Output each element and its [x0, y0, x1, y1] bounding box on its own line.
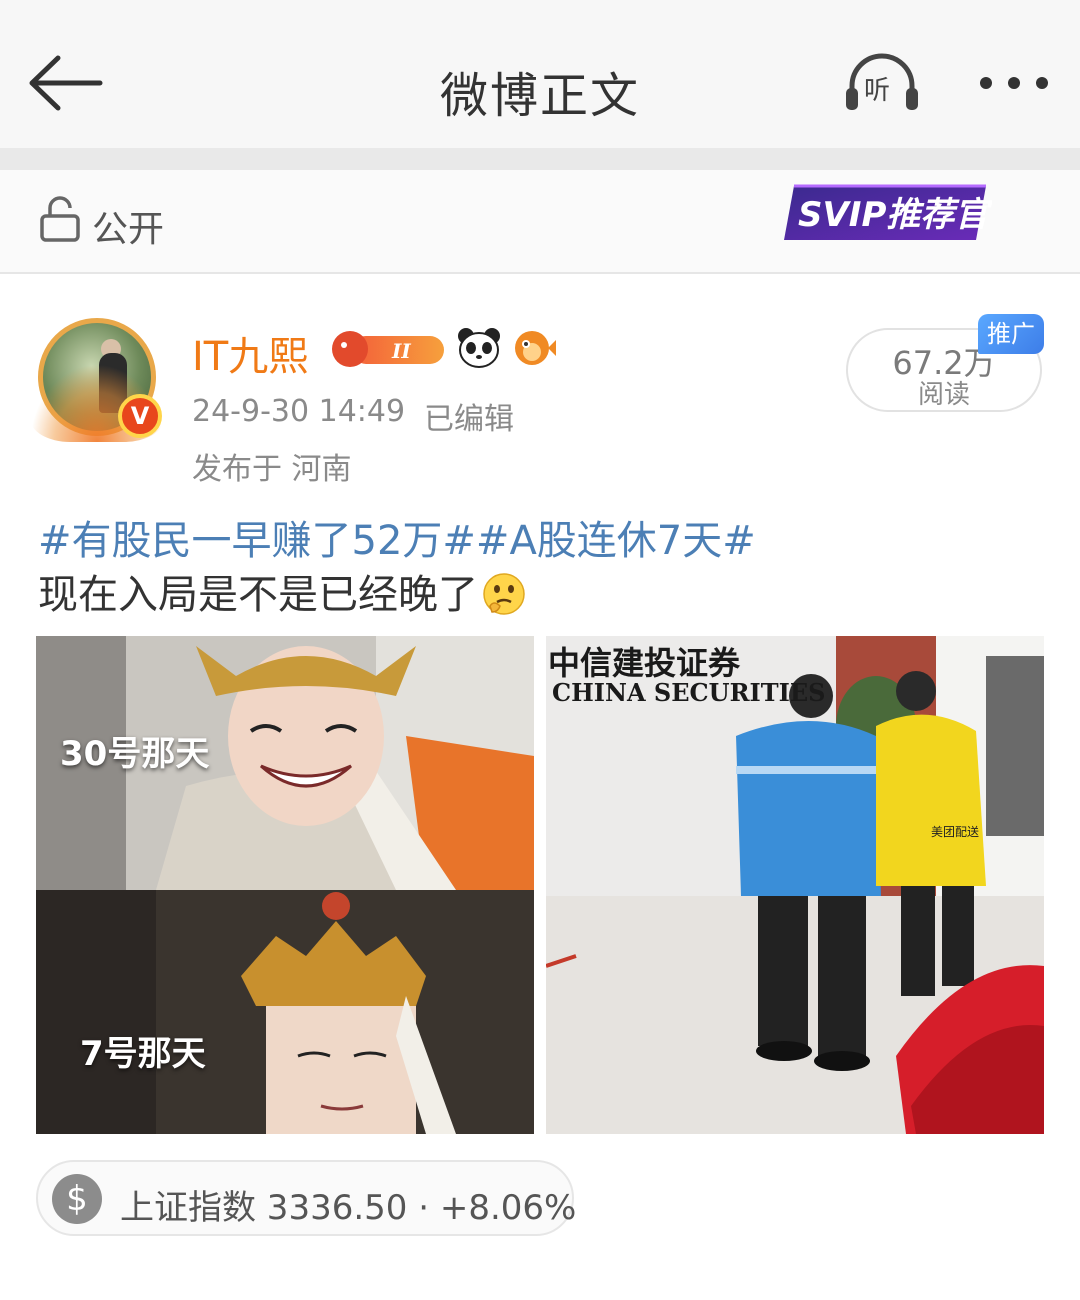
- post-image-photo[interactable]: 美团配送 中信建投证券 CHINA SECURITIES: [546, 636, 1044, 1134]
- panda-icon: [458, 328, 500, 368]
- more-dots-icon: [1008, 77, 1020, 89]
- jacket-text: 美团配送: [931, 824, 979, 839]
- thinking-face-icon: [483, 573, 525, 615]
- post-body: 现在入局是不是已经晚了: [38, 572, 478, 618]
- company-sign-english: CHINA SECURITIES: [552, 678, 826, 707]
- promote-tag[interactable]: 推广: [978, 314, 1044, 354]
- more-dots-icon: [1036, 77, 1048, 89]
- dollar-icon: $: [52, 1174, 102, 1224]
- pufferfish-icon: [515, 331, 556, 365]
- listen-label: 听: [864, 76, 891, 106]
- post-timestamp: 24-9-30 14:49: [192, 394, 406, 429]
- more-dots-icon: [980, 77, 992, 89]
- level-text: II: [391, 339, 411, 363]
- svip-badge-text: SVIP推荐官: [798, 195, 992, 235]
- verified-badge-icon: V: [118, 394, 162, 438]
- section-divider: [0, 148, 1080, 170]
- unlock-icon: [40, 196, 80, 242]
- read-count-label: 阅读: [917, 380, 970, 410]
- svip-recommender-badge: SVIP推荐官: [784, 184, 992, 240]
- post-image-meme[interactable]: 30号那天 7号那天: [36, 636, 534, 1134]
- post-hashtags[interactable]: #有股民一早赚了52万##A股连休7天#: [38, 514, 1048, 568]
- stock-index-chip[interactable]: $ 上证指数 3336.50 · +8.06%: [36, 1160, 577, 1236]
- visibility-label: 公开: [92, 209, 165, 250]
- member-level-badge: II: [332, 331, 444, 367]
- edited-label[interactable]: 已编辑: [424, 394, 514, 438]
- listen-button[interactable]: 听: [842, 50, 922, 116]
- visibility-bar: 公开 SVIP推荐官: [0, 170, 1080, 274]
- photo-image-drawing: 美团配送: [546, 636, 1044, 1134]
- top-navigation-bar: 微博正文 听: [0, 0, 1080, 148]
- author-name[interactable]: IT九熙: [192, 324, 308, 382]
- author-avatar[interactable]: V: [30, 308, 164, 442]
- stock-index-text: 上证指数 3336.50 · +8.06%: [120, 1188, 577, 1228]
- post-location: 发布于 河南: [192, 452, 352, 487]
- post-content: #有股民一早赚了52万##A股连休7天# 现在入局是不是已经晚了: [38, 514, 1048, 622]
- more-options-button[interactable]: [976, 70, 1056, 100]
- meme-caption-bottom: 7号那天: [80, 1034, 206, 1074]
- meme-caption-top: 30号那天: [60, 734, 210, 774]
